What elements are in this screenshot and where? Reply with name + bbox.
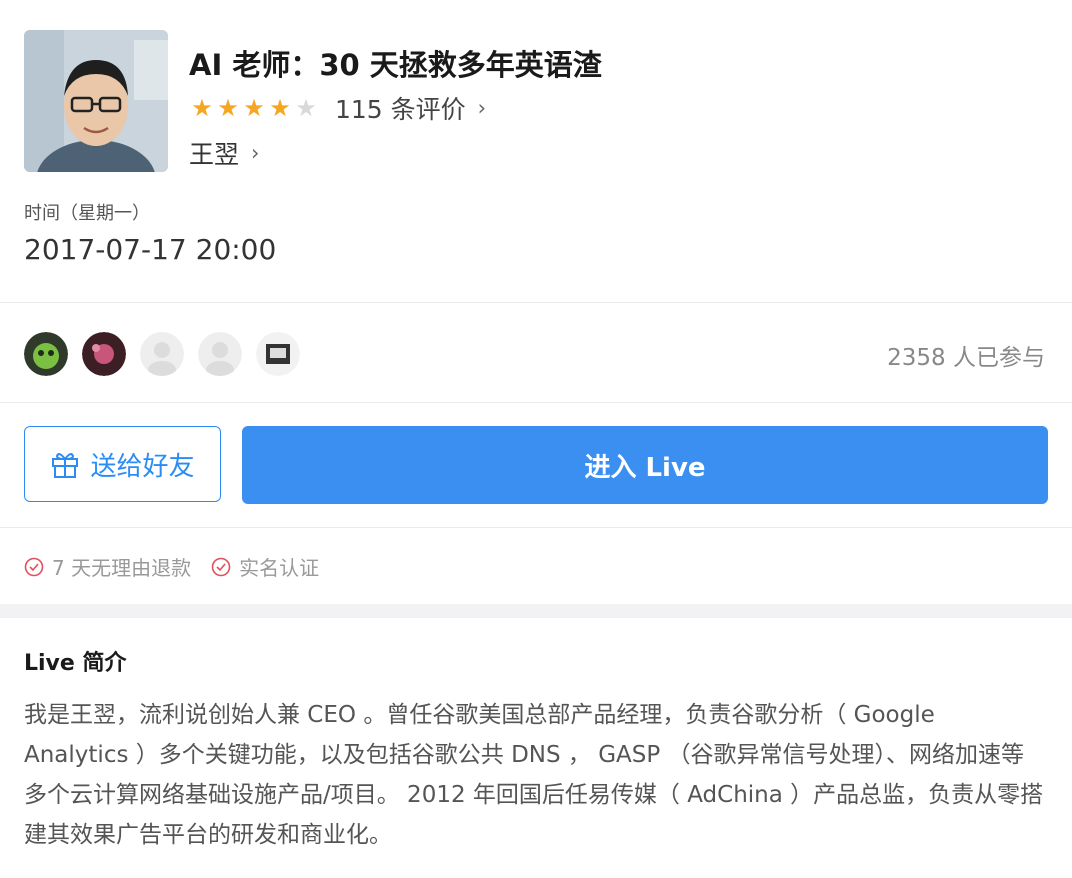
enter-live-button[interactable]: 进入 Live bbox=[242, 426, 1048, 504]
star-empty-icon: ★ bbox=[295, 94, 317, 122]
divider bbox=[0, 302, 1072, 303]
chevron-right-icon: › bbox=[251, 141, 260, 165]
enter-button-label: 进入 Live bbox=[584, 452, 706, 483]
star-filled-icon: ★ bbox=[217, 94, 239, 122]
participant-avatar[interactable] bbox=[24, 332, 68, 376]
author-name[interactable]: 王翌 bbox=[189, 135, 239, 171]
assurance-list: 7 天无理由退款 实名认证 bbox=[24, 552, 339, 581]
participant-avatar[interactable] bbox=[82, 332, 126, 376]
assurance-label: 7 天无理由退款 bbox=[52, 556, 192, 580]
intro-title: Live 简介 bbox=[24, 651, 127, 676]
assurance-verified: 实名认证 bbox=[211, 552, 319, 581]
divider bbox=[0, 402, 1072, 403]
time-value: 2017-07-17 20:00 bbox=[24, 233, 277, 266]
time-label: 时间（星期一） bbox=[24, 203, 150, 224]
chevron-right-icon: › bbox=[477, 96, 487, 120]
check-circle-icon bbox=[24, 557, 44, 576]
assurance-refund: 7 天无理由退款 bbox=[24, 552, 191, 581]
star-filled-icon: ★ bbox=[269, 94, 291, 122]
star-rating: ★ ★ ★ ★ ★ bbox=[189, 93, 319, 123]
divider bbox=[0, 527, 1072, 528]
participant-avatar[interactable] bbox=[140, 332, 184, 376]
star-filled-icon: ★ bbox=[243, 94, 265, 122]
author-link[interactable]: 王翌 › bbox=[189, 135, 259, 171]
gift-button-label: 送给好友 bbox=[90, 451, 195, 482]
course-title: AI 老师：30 天拯救多年英语渣 bbox=[189, 48, 602, 82]
review-count[interactable]: 115 条评价 bbox=[335, 90, 466, 126]
check-circle-icon bbox=[211, 557, 231, 576]
speaker-avatar[interactable] bbox=[24, 30, 168, 172]
intro-body: 我是王翌，流利说创始人兼 CEO 。曾任谷歌美国总部产品经理，负责谷歌分析（ G… bbox=[24, 702, 1044, 848]
section-separator bbox=[0, 604, 1072, 618]
participant-avatars[interactable] bbox=[24, 331, 314, 377]
participant-count: 2358 人已参与 bbox=[887, 345, 1045, 371]
rating-row[interactable]: ★ ★ ★ ★ ★ 115 条评价 › bbox=[189, 90, 486, 126]
participant-avatar[interactable] bbox=[198, 332, 242, 376]
star-filled-icon: ★ bbox=[191, 94, 213, 122]
gift-to-friend-button[interactable]: 送给好友 bbox=[24, 426, 221, 502]
participant-avatar[interactable] bbox=[256, 332, 300, 376]
assurance-label: 实名认证 bbox=[239, 556, 320, 580]
course-header: AI 老师：30 天拯救多年英语渣 ★ ★ ★ ★ ★ 115 条评价 › 王翌… bbox=[24, 30, 1044, 172]
gift-icon bbox=[52, 453, 79, 478]
